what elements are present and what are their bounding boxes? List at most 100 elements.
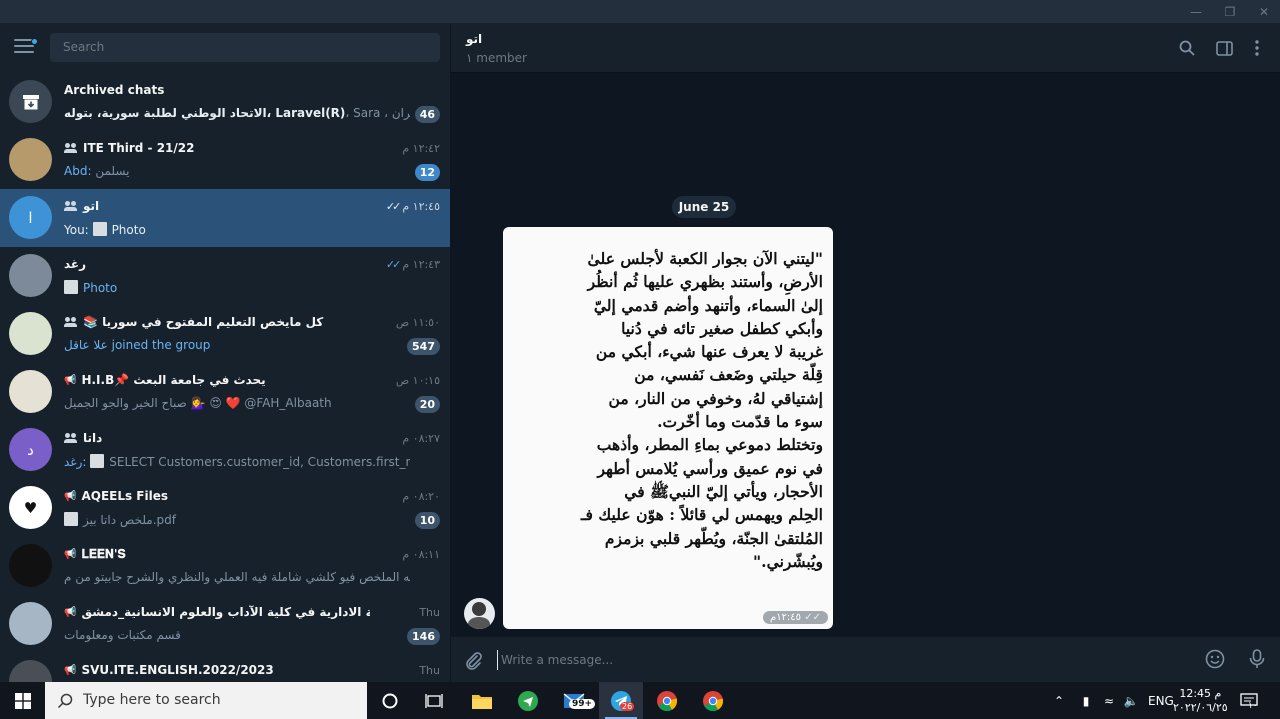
show-hidden-icons-icon[interactable]: ⌃ bbox=[1050, 694, 1068, 708]
photo-text-line: وأبكي كطفل صغير تائه في دُنيا bbox=[621, 318, 823, 338]
chat-avatar bbox=[9, 138, 52, 181]
restore-icon[interactable]: ❐ bbox=[1212, 0, 1248, 23]
chat-item[interactable]: Archived chats الاتحاد الوطني لطلبة سورية… bbox=[0, 73, 450, 131]
minimize-icon[interactable]: — bbox=[1178, 0, 1214, 23]
conversation-header[interactable]: اتو ١ member bbox=[451, 23, 1280, 73]
unread-badge: 547 bbox=[407, 338, 440, 355]
wifi-icon[interactable]: ≈ bbox=[1098, 694, 1120, 708]
chat-avatar: ♥ bbox=[9, 486, 52, 529]
preview-text: ، Sara ، بنيان ٢ -، أم عمران… bbox=[345, 106, 410, 120]
notification-center-icon[interactable]: ١٠ bbox=[1240, 682, 1258, 719]
chat-item[interactable]: رغد Photo ✓✓ ١٢:٤٣ م bbox=[0, 247, 450, 305]
chat-item[interactable]: ا اتو You: Photo ✓✓ ١٢:٤٥ م bbox=[0, 189, 450, 247]
chat-avatar bbox=[9, 370, 52, 413]
chat-list-pane: Search Archived chats الاتحاد الوطني لطلب… bbox=[0, 23, 450, 682]
attach-icon[interactable] bbox=[463, 650, 483, 670]
channel-icon: 📢 bbox=[64, 606, 77, 618]
media-thumbnail bbox=[64, 280, 78, 294]
chat-preview: قسم مكتبات ومعلومات bbox=[64, 628, 410, 642]
chat-time: Thu bbox=[419, 606, 440, 619]
chat-time-text: ٠٨:٢٠ م bbox=[402, 490, 440, 503]
chat-title: داتا bbox=[64, 431, 370, 445]
sender-avatar[interactable] bbox=[464, 598, 495, 629]
chat-item[interactable]: 📢 H.I.B📌 يحدث في جامعة البعث صباح الخير وا… bbox=[0, 363, 450, 421]
chat-preview: الاتحاد الوطني لطلبة سورية، بتوله، Larav… bbox=[64, 106, 410, 120]
task-view-icon[interactable] bbox=[412, 682, 456, 719]
chat-list: Archived chats الاتحاد الوطني لطلبة سورية… bbox=[0, 73, 450, 682]
chat-preview: Photo bbox=[64, 280, 410, 295]
chat-title-text: AQEELs Files bbox=[81, 489, 169, 503]
chrome-icon[interactable] bbox=[645, 682, 689, 719]
chat-avatar bbox=[9, 602, 52, 645]
channel-icon: 📢 bbox=[64, 549, 77, 560]
chat-title-text: 𝐋𝐄𝐄𝐍'𝐒 bbox=[81, 547, 126, 561]
photo-text-line: وتختلط دموعي بماءِ المطر، وأذهب bbox=[596, 435, 823, 455]
photo-text-line: إلىٰ السماء، وأتنهد وأضم قدمي إليّ bbox=[593, 295, 823, 315]
member-count: ١ member bbox=[466, 51, 527, 65]
chat-avatar bbox=[9, 660, 52, 682]
group-icon bbox=[64, 143, 78, 153]
photo-text-line: الأرضِ، وأستند بظهري عليها ثُم أنظُر bbox=[587, 272, 823, 292]
preview-text: قسم مكتبات ومعلومات bbox=[64, 628, 181, 642]
chat-preview: Abd: يسلمن bbox=[64, 164, 410, 178]
taskbar-search-input[interactable]: Type here to search bbox=[45, 682, 367, 719]
telegram-taskbar-icon[interactable]: 26 bbox=[599, 682, 643, 719]
file-explorer-icon[interactable] bbox=[460, 682, 504, 719]
channel-icon: 📢 bbox=[64, 374, 77, 386]
microphone-icon[interactable] bbox=[1247, 649, 1267, 669]
photo-message[interactable]: "ليتني الآن بجوار الكعبة لأجلس علىٰ الأرض… bbox=[503, 227, 833, 629]
date-separator: June 25 bbox=[672, 196, 736, 218]
mail-icon[interactable]: 99+ bbox=[553, 682, 597, 719]
chrome-profile-icon[interactable] bbox=[691, 682, 735, 719]
volume-icon[interactable]: 🔈 bbox=[1120, 694, 1142, 708]
chat-item[interactable]: ITE Third - 21/22 Abd: يسلمن ١٢:٤٢ م 12 bbox=[0, 131, 450, 189]
input-language[interactable]: ENG bbox=[1148, 694, 1174, 708]
chat-item[interactable]: 📚 كل مايخص التعليم المفتوح في سوريا علا ع… bbox=[0, 305, 450, 363]
cortana-icon[interactable] bbox=[368, 682, 412, 719]
chat-avatar bbox=[9, 312, 52, 355]
chat-time-text: ١٢:٤٢ م bbox=[402, 142, 440, 155]
vpn-app-icon[interactable] bbox=[506, 682, 550, 719]
group-icon bbox=[64, 317, 78, 327]
chat-item[interactable]: د داتا رغد: SELECT Customers.customer_id, … bbox=[0, 421, 450, 479]
chat-avatar bbox=[9, 254, 52, 297]
chat-title-text: الهيئة الادارية في كلية الآداب والعلوم ا… bbox=[81, 605, 370, 619]
unread-dot bbox=[31, 38, 38, 45]
chat-preview: You: Photo bbox=[64, 222, 410, 237]
message-input[interactable]: Write a message... bbox=[497, 650, 613, 670]
chat-item[interactable]: 📢 𝐋𝐄𝐄𝐍'𝐒 أن شاء الله الملخص فيو كلشي شاملة… bbox=[0, 537, 450, 595]
chat-title: 📢 SVU.ITE.ENGLISH.2022/2023 bbox=[64, 663, 370, 677]
conversation-title[interactable]: اتو bbox=[466, 32, 482, 46]
photo-text-line: ويُبشّرني." bbox=[753, 551, 823, 571]
photo-text: "ليتني الآن بجوار الكعبة لأجلس علىٰ الأرض… bbox=[513, 247, 823, 573]
chat-time-text: ١٢:٤٣ م bbox=[402, 258, 440, 271]
photo-text-line: الأحجار، ويأتي إليّ النبيﷺ في bbox=[624, 481, 823, 501]
photo-text-line: إشتياقي لهُ، وخوفي من النار، من bbox=[608, 388, 823, 408]
clock[interactable]: 12:45 م ٢٠٢٢/٠٦/٢٥ bbox=[1173, 682, 1228, 719]
unread-badge: 10 bbox=[414, 512, 440, 529]
sidebar-toggle-icon[interactable] bbox=[1214, 38, 1234, 58]
chat-item[interactable]: 📢 SVU.ITE.ENGLISH.2022/2023 Thu bbox=[0, 653, 450, 682]
unread-badge: 20 bbox=[414, 396, 440, 413]
preview-text: يسلمن bbox=[95, 164, 130, 178]
search-input[interactable]: Search bbox=[50, 33, 440, 62]
close-icon[interactable]: ✕ bbox=[1246, 0, 1280, 23]
preview-sender: Abd: bbox=[64, 164, 92, 178]
photo-text-line: في نوم عميق ورأسي يُلامس أطهر bbox=[597, 458, 823, 478]
emoji-icon[interactable] bbox=[1205, 649, 1225, 669]
chat-time: ٠٨:٢٠ م bbox=[402, 490, 440, 503]
more-options-icon[interactable] bbox=[1247, 38, 1267, 58]
chat-title: 📢 𝐋𝐄𝐄𝐍'𝐒 bbox=[64, 547, 370, 562]
windows-start-icon[interactable] bbox=[0, 682, 45, 719]
chat-time-text: ١٢:٤٥ م bbox=[402, 200, 440, 213]
chat-title: Archived chats bbox=[64, 83, 370, 97]
battery-icon[interactable]: ▮ bbox=[1074, 694, 1098, 708]
photo-text-line: قِلّة حيلتي وضَعف نَفسي، من bbox=[634, 365, 823, 385]
chat-time: ١٢:٤٢ م bbox=[402, 142, 440, 155]
mail-badge: 99+ bbox=[569, 699, 596, 709]
search-icon[interactable] bbox=[1177, 38, 1197, 58]
chat-item[interactable]: 📢 الهيئة الادارية في كلية الآداب والعلوم … bbox=[0, 595, 450, 653]
preview-text: SELECT Customers.customer_id, Customers.… bbox=[109, 455, 410, 469]
chat-item[interactable]: ♥ 📢 AQEELs Files ملخص داتا بيز.pdf ٠٨:٢٠ م 10 bbox=[0, 479, 450, 537]
windows-taskbar: Type here to search 99+ 26 ⌃ ▮ ≈ 🔈 ENG 1… bbox=[0, 682, 1280, 719]
